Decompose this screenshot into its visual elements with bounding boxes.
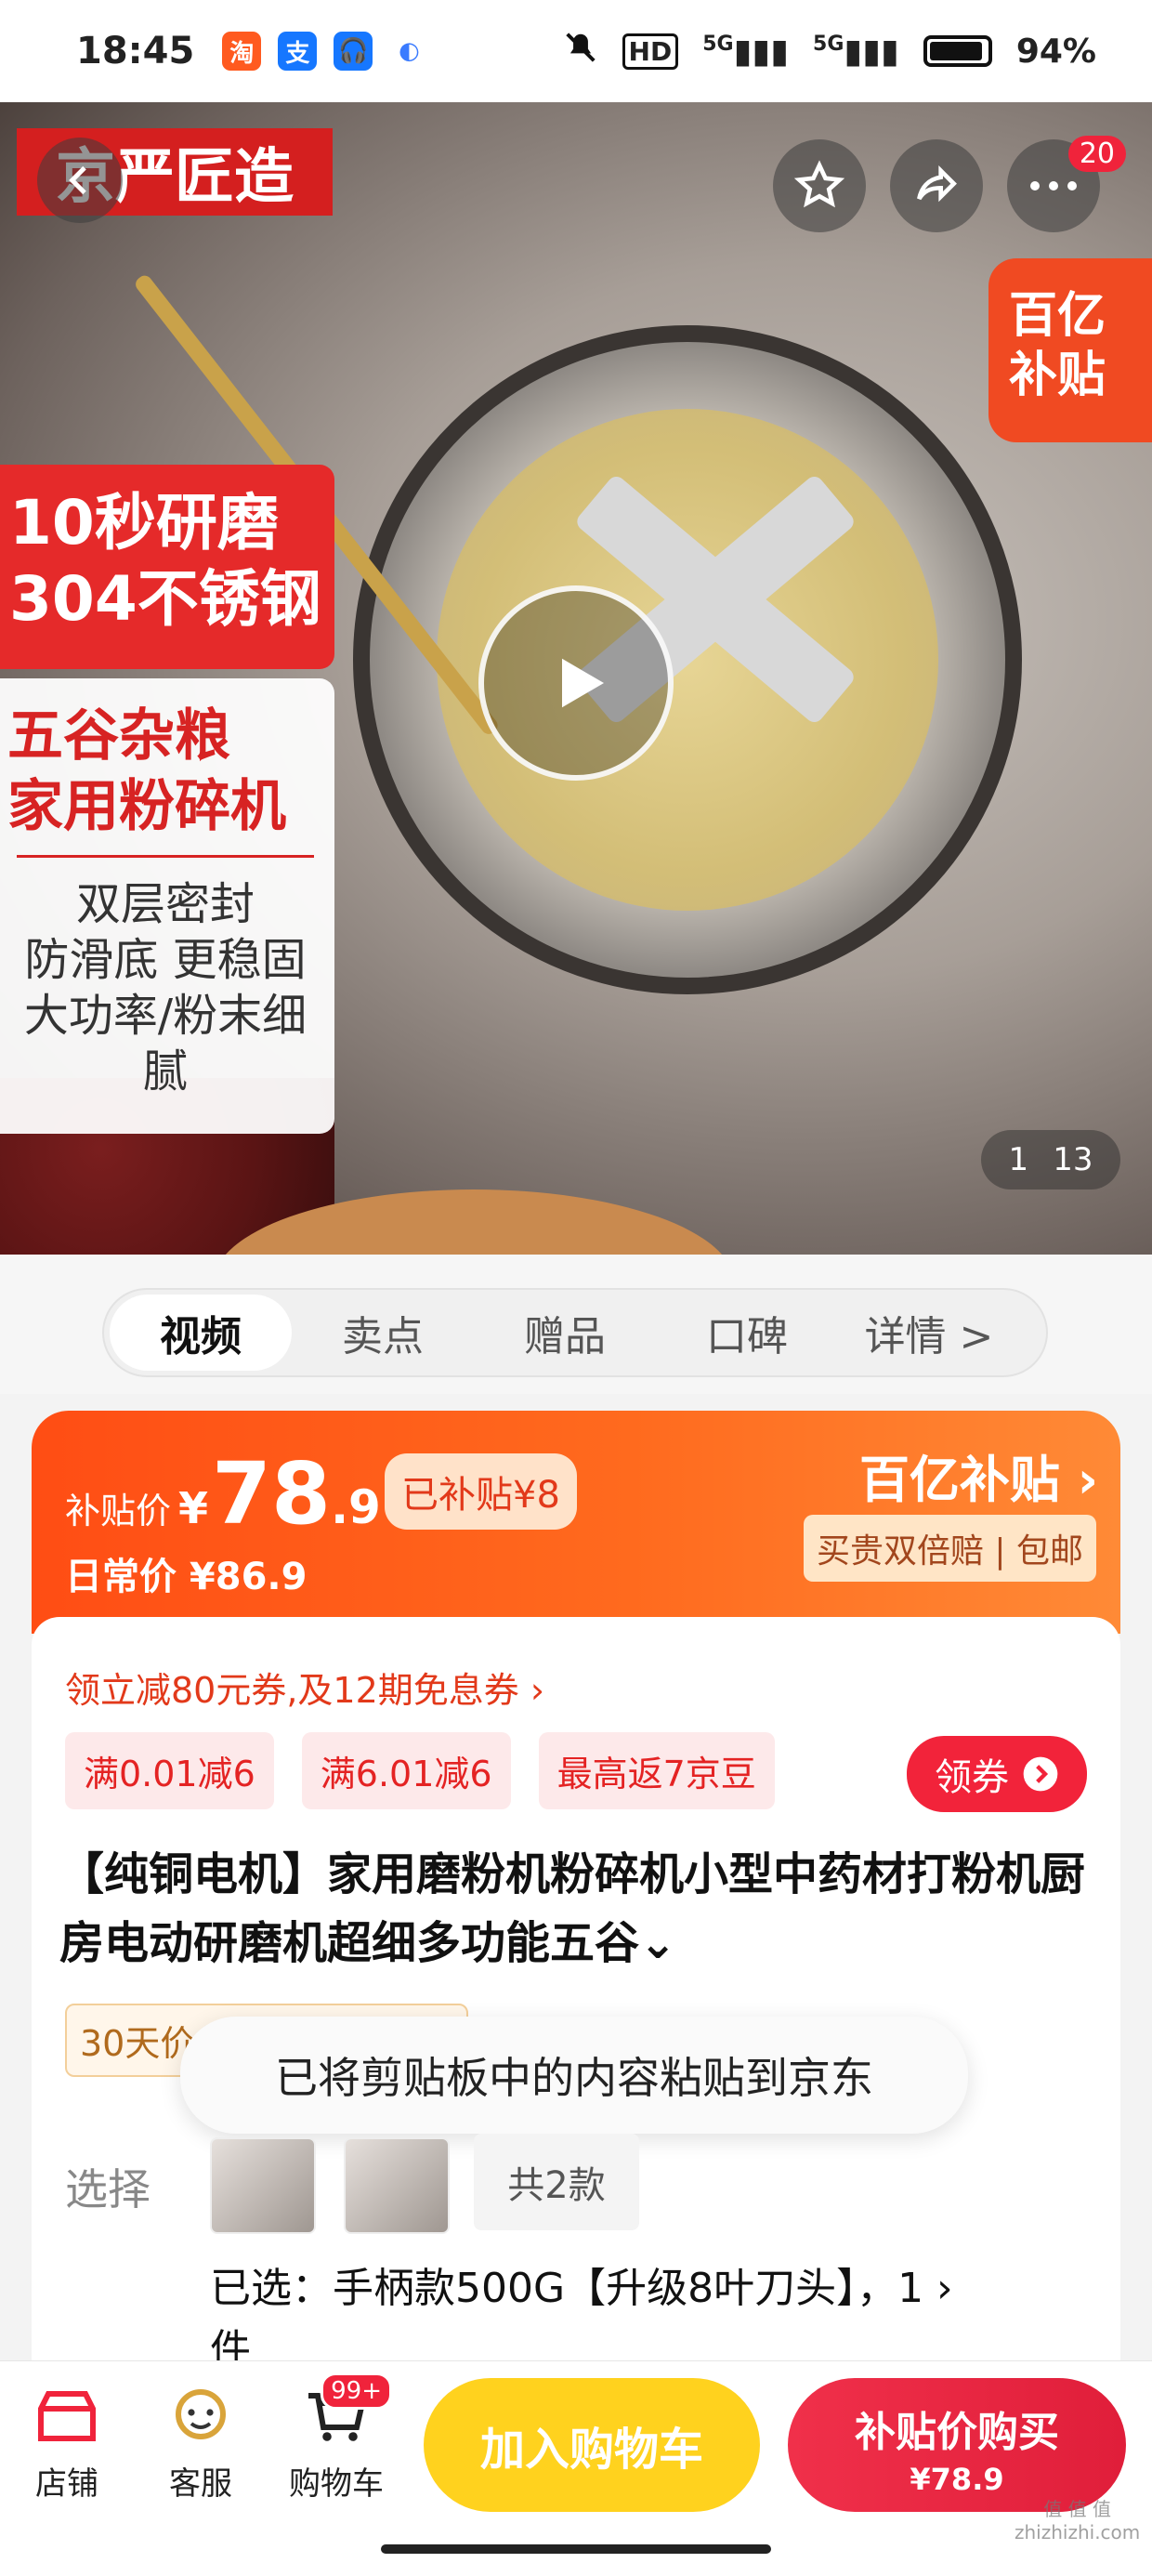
product-image-carousel[interactable]: 京严匠造 10秒研磨 304不锈钢 五谷杂粮 家用粉碎机 双层密封 防滑底 更稳… xyxy=(0,102,1152,1255)
shop-icon xyxy=(30,2384,104,2449)
watermark: 值 值 值 zhizhizhi.com xyxy=(1015,2494,1140,2543)
subsidy-amount-pill: 已补贴¥8 xyxy=(385,1453,577,1530)
promo-tag[interactable]: 满0.01减6 xyxy=(65,1732,274,1809)
price-currency: ¥ xyxy=(178,1483,209,1533)
customer-service-icon xyxy=(164,2384,238,2449)
promo-tags: 满0.01减6 满6.01减6 最高返7京豆 xyxy=(65,1732,775,1809)
add-to-cart-button[interactable]: 加入购物车 xyxy=(424,2378,760,2512)
status-app-icons: 淘 支 🎧 ◐ xyxy=(222,32,429,71)
variant-thumbnail[interactable] xyxy=(210,2137,316,2234)
feature-line: 304不锈钢 xyxy=(9,563,321,635)
buy-now-label: 补贴价购买 xyxy=(855,2409,1059,2456)
variant-count[interactable]: 共2款 xyxy=(474,2134,639,2230)
battery-fill xyxy=(929,42,983,60)
subsidy-badge: 百亿 补贴 xyxy=(988,258,1152,442)
headset-app-icon: 🎧 xyxy=(334,32,373,71)
tab-gifts[interactable]: 赠品 xyxy=(474,1295,656,1371)
play-video-button[interactable] xyxy=(478,585,674,781)
page-total: 13 xyxy=(1053,1141,1093,1178)
share-button[interactable] xyxy=(890,139,983,232)
service-label: 客服 xyxy=(169,2465,232,2503)
battery-icon xyxy=(923,35,992,67)
tab-reviews[interactable]: 口碑 xyxy=(656,1295,838,1371)
chevron-left-icon xyxy=(69,165,86,195)
product-title[interactable]: 【纯铜电机】家用磨粉机粉碎机小型中药材打粉机厨房电动研磨机超细多功能五谷⌄ xyxy=(59,1840,1091,1978)
price-decimal: .9 xyxy=(331,1480,381,1534)
section-tabs: 视频 卖点 赠品 口碑 详情 > xyxy=(102,1288,1048,1377)
more-badge: 20 xyxy=(1067,136,1126,172)
clipboard-toast: 已将剪贴板中的内容粘贴到京东 xyxy=(180,2017,968,2134)
feature-item: 双层密封 xyxy=(75,878,255,930)
daily-price: 日常价 ¥86.9 xyxy=(65,1556,308,1598)
status-bar: 18:45 淘 支 🎧 ◐ HD 5G▮▮▮ 5G▮▮▮ 94% xyxy=(0,0,1152,102)
play-icon xyxy=(562,658,604,708)
tab-details[interactable]: 详情 > xyxy=(838,1295,1020,1371)
signal-5g-icon: 5G▮▮▮ xyxy=(702,32,790,71)
battery-percent: 94% xyxy=(1015,32,1096,71)
circle-app-icon: ◐ xyxy=(389,32,429,71)
selected-variant-cont: 件 xyxy=(210,2326,251,2360)
alipay-app-icon: 支 xyxy=(278,32,318,71)
image-pager: 1 13 xyxy=(981,1130,1120,1189)
tab-selling-points[interactable]: 卖点 xyxy=(292,1295,474,1371)
promo-tag[interactable]: 满6.01减6 xyxy=(301,1732,511,1809)
signal-5g-icon-2: 5G▮▮▮ xyxy=(813,32,899,71)
mute-bell-icon xyxy=(563,30,598,73)
subsidy-price: 补贴价 ¥ 78 .9 xyxy=(65,1444,381,1544)
selected-variant[interactable]: 已选：手柄款500G【升级8叶刀头】，1 › xyxy=(210,2254,953,2314)
coupon-promo-link[interactable]: 领立减80元券,及12期免息券 › xyxy=(65,1662,544,1713)
billion-subsidy-logo[interactable]: 百亿补贴 › xyxy=(859,1439,1098,1512)
divider xyxy=(17,855,314,858)
price-label: 补贴价 xyxy=(65,1491,172,1531)
buy-now-button[interactable]: 补贴价购买 ¥78.9 xyxy=(788,2378,1126,2512)
guarantee-badge: 买贵双倍赔 | 包邮 xyxy=(803,1515,1096,1582)
star-icon xyxy=(793,160,845,208)
watermark-text: 值 值 值 zhizhizhi.com xyxy=(1015,2498,1141,2543)
tab-video[interactable]: 视频 xyxy=(110,1295,292,1371)
cart-count-badge: 99+ xyxy=(321,2372,392,2410)
section-tabs-bar: 视频 卖点 赠品 口碑 详情 > xyxy=(0,1255,1152,1394)
status-right: HD 5G▮▮▮ 5G▮▮▮ 94% xyxy=(563,30,1096,73)
back-button[interactable] xyxy=(37,138,123,223)
shop-label: 店铺 xyxy=(35,2465,98,2503)
cart-button[interactable]: 99+ 购物车 xyxy=(281,2372,392,2504)
price-block: 补贴价 ¥ 78 .9 xyxy=(65,1444,381,1544)
feature-item: 防滑底 更稳固 xyxy=(24,934,307,986)
price-banner: 补贴价 ¥ 78 .9 已补贴¥8 日常价 ¥86.9 百亿补贴 › 买贵双倍赔… xyxy=(32,1411,1120,1634)
share-icon xyxy=(917,165,957,203)
feature-line: 10秒研磨 xyxy=(9,487,279,559)
service-button[interactable]: 客服 xyxy=(145,2384,256,2504)
promo-tag[interactable]: 最高返7京豆 xyxy=(538,1732,775,1809)
more-dots-icon xyxy=(1030,181,1077,191)
category-line: 五谷杂粮 xyxy=(7,703,230,769)
feature-item: 大功率/粉末细腻 xyxy=(23,990,308,1097)
subsidy-line: 补贴 xyxy=(1009,348,1106,403)
category-line: 家用粉碎机 xyxy=(7,774,286,839)
get-coupon-label: 领券 xyxy=(935,1756,1009,1799)
feature-red-panel: 10秒研磨 304不锈钢 xyxy=(0,465,334,669)
cart-icon: 99+ xyxy=(299,2372,392,2449)
chevron-right-circle-icon xyxy=(1023,1756,1058,1792)
variant-thumbnail[interactable] xyxy=(344,2137,450,2234)
price-integer: 78 xyxy=(212,1444,332,1544)
shop-button[interactable]: 店铺 xyxy=(11,2384,123,2504)
hd-indicator: HD xyxy=(622,33,679,70)
subsidy-line: 百亿 xyxy=(1009,288,1106,344)
feature-white-panel: 五谷杂粮 家用粉碎机 双层密封 防滑底 更稳固 大功率/粉末细腻 xyxy=(0,678,334,1134)
select-label: 选择 xyxy=(65,2164,151,2215)
cart-label: 购物车 xyxy=(289,2465,384,2503)
product-info-card: 领立减80元券,及12期免息券 › 满0.01减6 满6.01减6 最高返7京豆… xyxy=(32,1617,1120,2360)
favorite-button[interactable] xyxy=(773,139,866,232)
buy-now-price: ¥78.9 xyxy=(910,2462,1004,2497)
page-current: 1 xyxy=(1008,1141,1029,1178)
status-time: 18:45 xyxy=(76,30,195,72)
get-coupon-button[interactable]: 领券 xyxy=(907,1736,1087,1812)
taobao-app-icon: 淘 xyxy=(222,32,262,71)
home-indicator[interactable] xyxy=(381,2544,771,2554)
